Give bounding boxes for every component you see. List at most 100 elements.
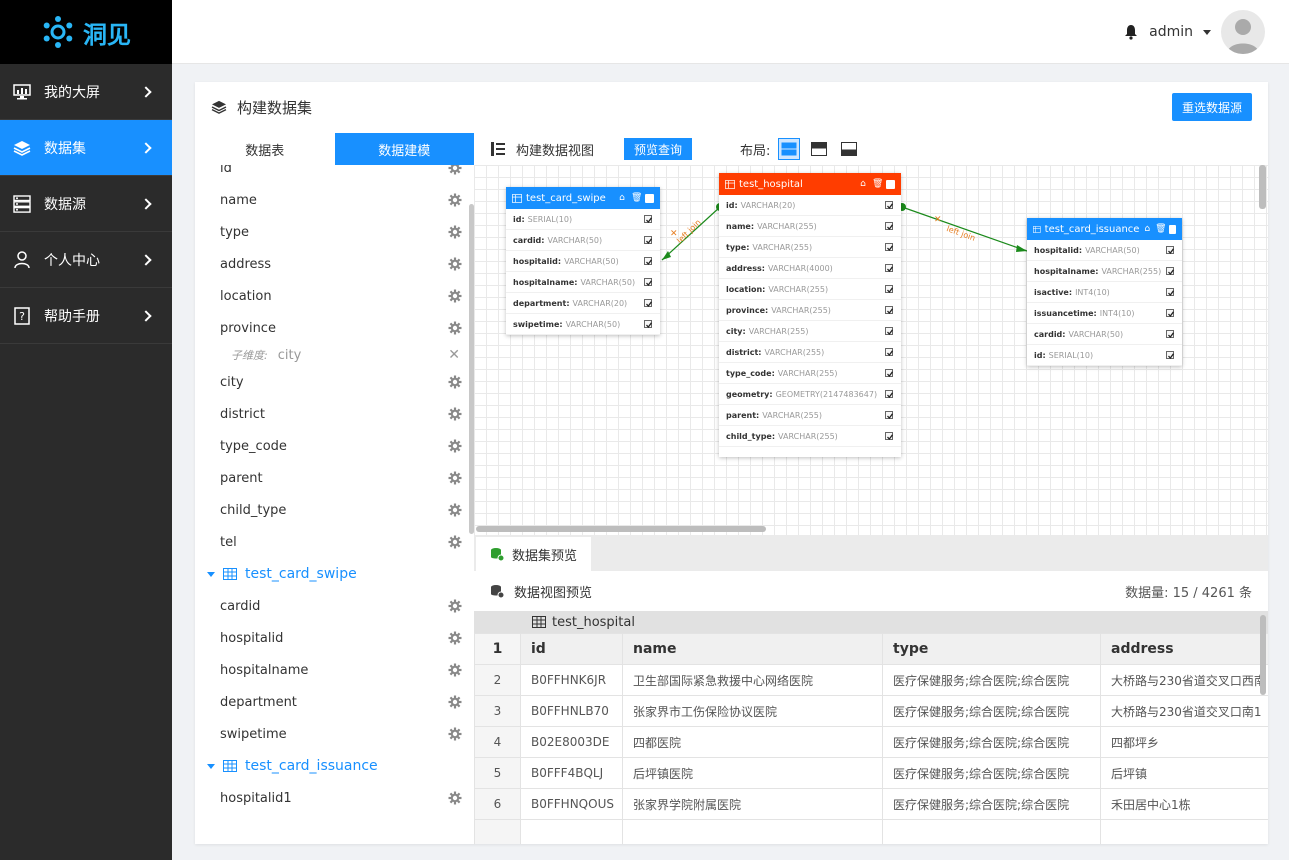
entity-field-row[interactable]: hospitalname: VARCHAR(255) [1027, 261, 1182, 282]
gear-icon[interactable] [448, 599, 462, 613]
entity-field-row[interactable]: type: VARCHAR(255) [719, 237, 901, 258]
layout-top-icon[interactable] [808, 138, 830, 160]
gear-icon[interactable] [448, 193, 462, 207]
entity-field-row[interactable]: province: VARCHAR(255) [719, 300, 901, 321]
entity-field-row[interactable]: isactive: INT4(10) [1027, 282, 1182, 303]
entity-field-row[interactable]: id: SERIAL(10) [506, 209, 660, 230]
nav-item-my-screen[interactable]: 我的大屏 [0, 64, 172, 120]
table-row[interactable]: 3 B0FFHNLB70 张家界市工伤保险协议医院 医疗保健服务;综合医院;综合医院大… [474, 695, 1268, 727]
select-all-checkbox[interactable] [886, 179, 895, 189]
field-checkbox[interactable] [644, 278, 653, 287]
tab-dataset-preview[interactable]: 数据集预览 [476, 537, 592, 571]
field-item[interactable]: name [195, 184, 474, 216]
select-all-checkbox[interactable] [1169, 224, 1177, 234]
entity-field-row[interactable]: id: VARCHAR(20) [719, 195, 901, 216]
gear-icon[interactable] [448, 321, 462, 335]
field-item[interactable]: id [195, 165, 474, 184]
reselect-datasource-button[interactable]: 重选数据源 [1171, 93, 1252, 121]
field-checkbox[interactable] [1166, 246, 1175, 255]
field-item[interactable]: department [195, 686, 474, 718]
field-item[interactable]: district [195, 398, 474, 430]
gear-icon[interactable] [448, 535, 462, 549]
field-item[interactable]: hospitalname [195, 654, 474, 686]
close-icon[interactable]: ✕ [448, 347, 460, 363]
field-checkbox[interactable] [644, 257, 653, 266]
gear-icon[interactable] [448, 631, 462, 645]
field-checkbox[interactable] [885, 411, 894, 420]
field-checkbox[interactable] [885, 222, 894, 231]
gear-icon[interactable] [448, 407, 462, 421]
field-item[interactable]: type_code [195, 430, 474, 462]
table-group-issuance[interactable]: test_card_issuance [195, 750, 474, 782]
gear-icon[interactable] [448, 257, 462, 271]
field-checkbox[interactable] [885, 348, 894, 357]
field-checkbox[interactable] [1166, 351, 1175, 360]
entity-field-row[interactable]: hospitalid: VARCHAR(50) [506, 251, 660, 272]
entity-table-issuance[interactable]: test_card_issuance ⌂ 🗑 hospitalid: VARCHA… [1027, 218, 1182, 366]
username[interactable]: admin [1149, 24, 1193, 40]
canvas-horizontal-scrollbar[interactable] [476, 526, 766, 532]
gear-icon[interactable] [448, 727, 462, 741]
field-item[interactable]: province [195, 312, 474, 344]
field-checkbox[interactable] [885, 306, 894, 315]
field-checkbox[interactable] [885, 432, 894, 441]
column-header[interactable]: name [622, 633, 883, 665]
gear-icon[interactable] [448, 791, 462, 805]
gear-icon[interactable] [448, 165, 462, 175]
nav-item-help[interactable]: ? 帮助手册 [0, 288, 172, 344]
select-all-checkbox[interactable] [645, 193, 654, 203]
gear-icon[interactable] [448, 375, 462, 389]
table-row[interactable]: 2 B0FFHNK6JR 卫生部国际紧急救援中心网络医院 医疗保健服务;综合医院;综合… [474, 664, 1268, 696]
entity-field-row[interactable]: type_code: VARCHAR(255) [719, 363, 901, 384]
nav-item-datasource[interactable]: 数据源 [0, 176, 172, 232]
field-checkbox[interactable] [644, 299, 653, 308]
entity-field-row[interactable]: geometry: GEOMETRY(2147483647) [719, 384, 901, 405]
layout-split-icon[interactable] [778, 138, 801, 160]
entity-table-swipe[interactable]: test_card_swipe ⌂ 🗑 id: SERIAL(10) cardid:… [506, 187, 660, 335]
field-checkbox[interactable] [885, 201, 894, 210]
tab-data-modeling[interactable]: 数据建模 [334, 133, 474, 165]
preview-query-button[interactable]: 预览查询 [624, 138, 693, 160]
field-checkbox[interactable] [1166, 330, 1175, 339]
table-row[interactable]: 4 B02E8003DE 四都医院 医疗保健服务;综合医院;综合医院 四都坪乡 [474, 726, 1268, 758]
table-row[interactable]: 6 B0FFHNQOUS 张家界学院附属医院 医疗保健服务;综合医院;综合医院 禾田居中… [474, 788, 1268, 820]
preview-grid[interactable]: test_hospital 1 id name type address 2 B0… [474, 611, 1268, 844]
field-checkbox[interactable] [1166, 267, 1175, 276]
entity-field-row[interactable]: hospitalid: VARCHAR(50) [1027, 240, 1182, 261]
field-item[interactable]: tel [195, 526, 474, 558]
nav-item-dataset[interactable]: 数据集 [0, 120, 172, 176]
field-checkbox[interactable] [644, 215, 653, 224]
field-checkbox[interactable] [885, 285, 894, 294]
entity-header[interactable]: test_card_swipe ⌂ 🗑 [506, 187, 660, 209]
entity-table-hospital[interactable]: test_hospital ⌂ 🗑 id: VARCHAR(20) name: VAR… [719, 173, 901, 457]
field-item[interactable]: hospitalid [195, 622, 474, 654]
table-group-swipe[interactable]: test_card_swipe [195, 558, 474, 590]
field-item[interactable]: location [195, 280, 474, 312]
field-checkbox[interactable] [885, 264, 894, 273]
entity-field-row[interactable]: child_type: VARCHAR(255) [719, 426, 901, 447]
entity-field-row[interactable]: swipetime: VARCHAR(50) [506, 314, 660, 335]
entity-field-row[interactable]: address: VARCHAR(4000) [719, 258, 901, 279]
field-checkbox[interactable] [885, 390, 894, 399]
field-item[interactable]: swipetime [195, 718, 474, 750]
field-item[interactable]: cardid [195, 590, 474, 622]
field-checkbox[interactable] [1166, 288, 1175, 297]
entity-field-row[interactable]: city: VARCHAR(255) [719, 321, 901, 342]
entity-field-row[interactable]: cardid: VARCHAR(50) [506, 230, 660, 251]
field-item[interactable]: city [195, 366, 474, 398]
field-checkbox[interactable] [885, 369, 894, 378]
entity-field-row[interactable]: department: VARCHAR(20) [506, 293, 660, 314]
gear-icon[interactable] [448, 695, 462, 709]
trash-icon[interactable]: 🗑 [872, 179, 883, 189]
gear-icon[interactable] [448, 439, 462, 453]
column-header[interactable]: id [520, 633, 623, 665]
avatar[interactable] [1221, 10, 1265, 54]
gear-icon[interactable] [448, 289, 462, 303]
entity-field-row[interactable]: hospitalname: VARCHAR(50) [506, 272, 660, 293]
nav-item-profile[interactable]: 个人中心 [0, 232, 172, 288]
entity-field-row[interactable]: id: SERIAL(10) [1027, 345, 1182, 366]
caret-down-icon[interactable] [1203, 29, 1211, 35]
field-checkbox[interactable] [644, 320, 653, 329]
gear-icon[interactable] [448, 503, 462, 517]
logo[interactable]: 洞见 [0, 0, 172, 64]
